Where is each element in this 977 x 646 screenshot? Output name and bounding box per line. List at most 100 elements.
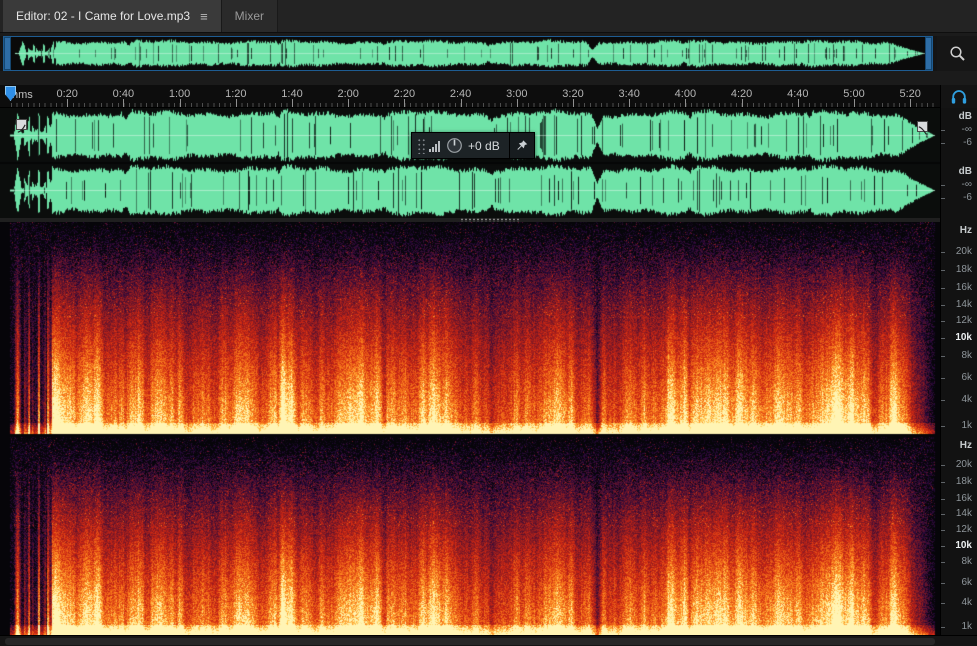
gain-value: +0 dB xyxy=(468,138,500,153)
scale-label: 14k xyxy=(955,298,972,310)
waveform-canvas[interactable] xyxy=(0,108,940,218)
scale-label: dB xyxy=(958,166,972,177)
scale-tick xyxy=(941,321,945,323)
scale-label: 10k xyxy=(955,332,972,344)
timeline-ruler[interactable]: hms 0:20 0:40 1:00 1:20 1:40 2:00 2:20 2:40 3:00… xyxy=(0,85,940,108)
scale-label: -6 xyxy=(963,192,972,203)
timeline-tick xyxy=(235,99,237,107)
tab-editor[interactable]: Editor: 02 - I Came for Love.mp3 ≡ xyxy=(3,0,222,32)
scale-label: 4k xyxy=(961,394,972,406)
scale-label: 10k xyxy=(955,539,972,551)
audition-editor-panel: Editor: 02 - I Came for Love.mp3 ≡ Mixer… xyxy=(0,0,977,646)
scrollbar-thumb[interactable] xyxy=(5,638,935,645)
timeline-tick xyxy=(404,99,406,107)
scale-label: 1k xyxy=(961,621,972,633)
scale-tick xyxy=(941,270,945,272)
timeline-tick xyxy=(741,99,743,107)
scale-tick xyxy=(941,465,945,467)
headphones-icon xyxy=(951,90,967,104)
scale-label: 6k xyxy=(961,576,972,588)
timeline-tick xyxy=(179,99,181,107)
scale-tick xyxy=(941,498,945,500)
scale-tick xyxy=(941,185,945,186)
timeline-tick xyxy=(685,99,687,107)
scale-label: 4k xyxy=(961,597,972,609)
scale-tick xyxy=(941,400,945,402)
scale-tick xyxy=(941,582,945,584)
timeline-tick xyxy=(67,99,69,107)
scale-tick xyxy=(941,198,945,199)
scale-label: 16k xyxy=(955,282,972,294)
scale-label: 12k xyxy=(955,523,972,535)
timeline-tick xyxy=(516,99,518,107)
navigator-right-handle[interactable] xyxy=(925,37,932,70)
scale-label: 18k xyxy=(955,264,972,276)
scale-label: -∞ xyxy=(961,179,972,190)
tab-editor-label: Editor: 02 - I Came for Love.mp3 xyxy=(16,9,191,23)
scale-tick xyxy=(941,514,945,516)
scale-label: 1k xyxy=(961,419,972,431)
scale-tick xyxy=(941,603,945,605)
hud-pin-button[interactable] xyxy=(509,133,534,158)
scale-label: 20k xyxy=(955,459,972,471)
scale-tick xyxy=(941,545,945,547)
scale-tick xyxy=(941,425,945,427)
timeline-tick xyxy=(123,99,125,107)
fade-in-handle[interactable] xyxy=(16,119,27,133)
scale-label: Hz xyxy=(959,225,972,236)
navigator-waveform-canvas[interactable] xyxy=(3,36,933,71)
scale-label: -6 xyxy=(963,137,972,148)
fade-out-curve-icon xyxy=(918,126,927,135)
timeline-tick xyxy=(460,99,462,107)
scale-tick xyxy=(941,627,945,629)
pin-icon xyxy=(517,139,527,150)
timeline-tick xyxy=(629,99,631,107)
scale-label: 12k xyxy=(955,315,972,327)
scale-tick xyxy=(941,288,945,290)
overview-navigator[interactable] xyxy=(0,36,977,71)
scale-tick xyxy=(941,252,945,254)
timeline-tick xyxy=(797,99,799,107)
scale-label: 18k xyxy=(955,476,972,488)
scale-tick xyxy=(941,482,945,484)
tab-mixer[interactable]: Mixer xyxy=(221,0,279,32)
magnifier-icon xyxy=(949,46,965,61)
scale-tick xyxy=(941,377,945,379)
scale-tick xyxy=(941,355,945,357)
navigator-left-handle[interactable] xyxy=(4,37,11,70)
horizontal-scrollbar[interactable] xyxy=(0,635,977,646)
scale-label: 6k xyxy=(961,371,972,383)
navigator-zoom-button[interactable] xyxy=(937,36,977,71)
scale-label: -∞ xyxy=(961,124,972,135)
timeline-tick xyxy=(292,99,293,107)
scale-label: 8k xyxy=(961,555,972,567)
scale-gutter[interactable]: dB -∞ -6 dB -∞ -6 Hz 20k 18k 16k 14k 12k 10k 8k 6k 4k 1k… xyxy=(940,108,977,646)
scale-label: Hz xyxy=(959,440,972,451)
monitor-button[interactable] xyxy=(940,85,977,108)
timeline-tick xyxy=(348,99,350,107)
timeline-minor-ticks xyxy=(11,103,935,107)
scale-label: 8k xyxy=(961,349,972,361)
timeline-tick xyxy=(910,99,912,107)
timeline-tick xyxy=(573,99,574,107)
gain-hud[interactable]: +0 dB xyxy=(411,132,535,159)
scale-tick xyxy=(941,561,945,563)
scale-label: 20k xyxy=(955,246,972,258)
fade-in-curve-icon xyxy=(17,124,26,133)
scale-tick xyxy=(941,130,945,131)
spectrogram-canvas[interactable] xyxy=(0,222,940,635)
scale-label: 14k xyxy=(955,508,972,520)
scale-tick xyxy=(941,143,945,144)
panel-menu-icon[interactable]: ≡ xyxy=(200,9,208,24)
level-bars-icon xyxy=(428,139,442,153)
timeline-tick xyxy=(854,99,855,107)
scale-tick xyxy=(941,338,945,340)
scale-label: 16k xyxy=(955,492,972,504)
gain-knob-icon[interactable] xyxy=(446,137,463,154)
tab-mixer-label: Mixer xyxy=(234,9,265,23)
scale-tick xyxy=(941,529,945,531)
hud-drag-handle[interactable] xyxy=(416,137,425,154)
scale-label: dB xyxy=(958,111,972,122)
fade-out-handle[interactable] xyxy=(917,121,928,135)
scale-tick xyxy=(941,304,945,306)
